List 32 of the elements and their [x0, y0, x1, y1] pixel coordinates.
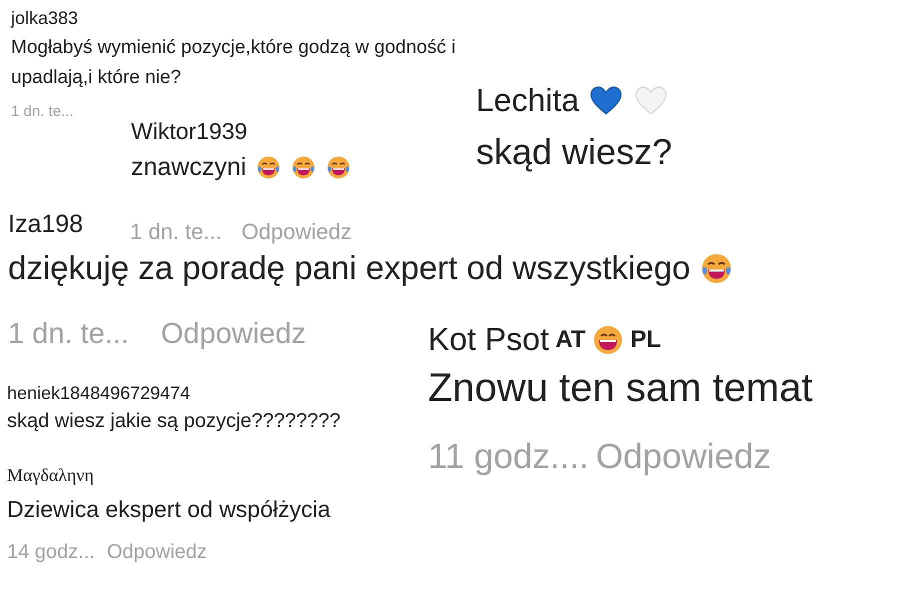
heart-icon: [589, 84, 624, 118]
username: Kot Psot: [428, 321, 549, 358]
username: jolka383: [11, 8, 78, 29]
username: Lechita: [476, 82, 580, 119]
heart-icon: [634, 84, 668, 118]
laughing-face-icon: [291, 155, 316, 180]
username: Μαγδαληνη: [7, 465, 94, 486]
flair-label: PL: [630, 326, 662, 354]
reply-link[interactable]: Odpowiedz: [106, 541, 207, 564]
username: heniek1848496729474: [7, 383, 190, 404]
comment-text: Dziewica ekspert od współżycia: [7, 496, 330, 523]
laughing-face-icon: [592, 324, 624, 356]
comment-text: skąd wiesz jakie są pozycje????????: [7, 410, 341, 433]
reply-link[interactable]: Odpowiedz: [242, 219, 352, 245]
reply-link[interactable]: Odpowiedz: [160, 318, 306, 351]
username: Wiktor1939: [131, 118, 248, 145]
timestamp: 1 dn. te...: [130, 219, 222, 245]
comment-text: skąd wiesz?: [476, 131, 672, 173]
username: Iza198: [8, 210, 84, 239]
timestamp: 1 dn. te...: [8, 318, 129, 351]
laughing-face-icon: [700, 252, 734, 284]
laughing-face-icon: [326, 155, 352, 180]
timestamp: 14 godz...: [7, 541, 95, 564]
comment-text: Znowu ten sam temat: [428, 366, 813, 411]
comment-text: znawczyni: [131, 153, 246, 182]
reply-link[interactable]: Odpowiedz: [596, 437, 771, 477]
flair-label: AT: [555, 326, 586, 354]
timestamp: 11 godz....: [428, 437, 589, 477]
comment-text: Mogłabyś wymienić pozycje,które godzą w godność i upadlają,i które nie?: [11, 36, 457, 90]
comment-text: dziękuję za poradę pani expert od wszystkiego: [8, 249, 690, 287]
timestamp: 1 dn. te...: [11, 103, 74, 120]
laughing-face-icon: [256, 155, 282, 180]
